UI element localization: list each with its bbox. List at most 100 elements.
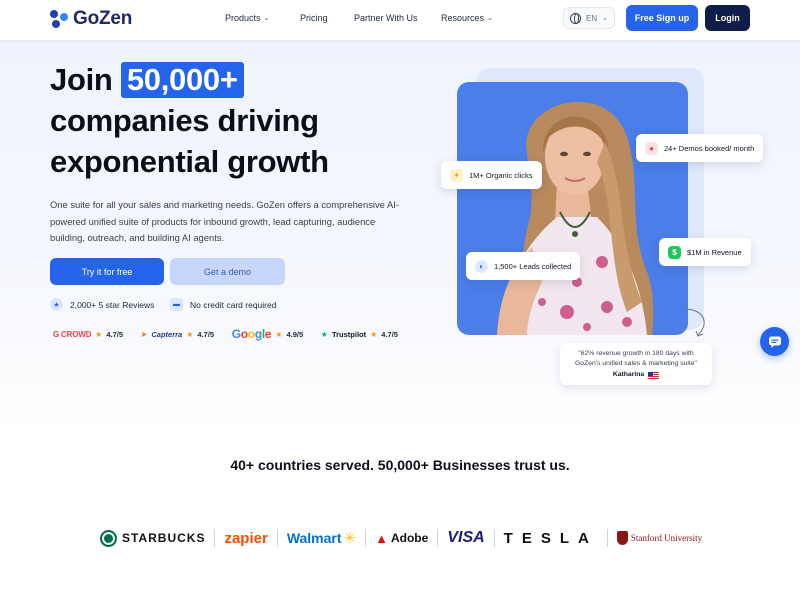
chip-organic: ✦ 1M+ Organic clicks <box>441 161 542 189</box>
trustpilot-logo: Trustpilot <box>331 329 367 339</box>
logo-divider <box>365 529 367 547</box>
logo-divider <box>437 529 439 547</box>
rating-trustpilot: ★ Trustpilot ★ 4.7/5 <box>321 330 398 339</box>
walmart-logo: Walmart ✳ <box>287 529 356 547</box>
chip-leads: ◐ 1,500+ Leads collected <box>466 252 581 280</box>
testimonial-author-name: Katharina <box>612 371 645 378</box>
chevron-down-icon: ⌄ <box>487 15 493 22</box>
hero-headline: Join 50,000+ companies driving exponenti… <box>50 59 329 182</box>
testimonial-quote: "62% revenue growth in 180 days with GoZ… <box>575 350 697 367</box>
rating-trustpilot-score: 4.7/5 <box>381 329 398 339</box>
walmart-wordmark: Walmart <box>286 530 342 546</box>
starbucks-wordmark: STARBUCKS <box>122 531 206 545</box>
progress-ring-icon: ◐ <box>475 259 488 273</box>
dollar-icon: $ <box>668 245 681 259</box>
chevron-down-icon: ⌄ <box>602 15 608 22</box>
google-logo: Google <box>231 327 272 341</box>
adobe-logo: ▲ Adobe <box>375 531 428 546</box>
headline-line-3: exponential growth <box>50 144 329 179</box>
starbucks-siren-icon <box>100 529 117 547</box>
capterra-logo: Capterra <box>151 329 183 339</box>
language-selector[interactable]: EN ⌄ <box>563 7 615 29</box>
brand-name: GoZen <box>73 8 133 29</box>
g2-crowd-logo: G CROWD <box>53 329 92 339</box>
credit-card-icon: ▬ <box>170 298 183 311</box>
visa-wordmark: VISA <box>447 529 485 546</box>
headline-line-2: companies driving <box>50 103 319 138</box>
star-badge-icon: ★ <box>50 298 63 311</box>
customer-logos: STARBUCKS zapier Walmart ✳ ▲ Adobe VISA … <box>100 526 705 550</box>
adobe-a-icon: ▲ <box>375 530 388 546</box>
headline-highlight: 50,000+ <box>120 62 244 98</box>
chevron-down-icon: ⌄ <box>263 15 270 22</box>
tesla-wordmark: TESLA <box>503 529 598 547</box>
chip-demos-label: 24+ Demos booked/ month <box>664 143 755 153</box>
stanford-shield-icon <box>616 531 628 545</box>
testimonial-author: Katharina <box>612 370 660 380</box>
star-icon: ★ <box>275 329 283 339</box>
get-demo-button[interactable]: Get a demo <box>170 258 285 285</box>
starbucks-logo: STARBUCKS <box>100 529 206 547</box>
chip-organic-label: 1M+ Organic clicks <box>469 170 533 180</box>
zapier-logo: zapier <box>224 530 267 547</box>
nav-partner[interactable]: Partner With Us <box>354 13 441 23</box>
nav-products[interactable]: Products ⌄ <box>225 13 300 23</box>
visa-logo: VISA <box>447 529 484 547</box>
chip-demos: ● 24+ Demos booked/ month <box>636 134 764 162</box>
rating-google: Google ★ 4.9/5 <box>232 327 303 341</box>
logo-divider <box>276 529 278 547</box>
star-icon: ★ <box>370 329 378 339</box>
chip-revenue-label: $1M in Revenue <box>687 247 742 257</box>
globe-icon <box>570 12 581 24</box>
tesla-logo: TESLA <box>504 530 598 547</box>
person-illustration <box>497 101 654 335</box>
nav-resources[interactable]: Resources ⌄ <box>441 13 493 23</box>
calendar-icon: ● <box>645 141 658 155</box>
login-button[interactable]: Login <box>705 5 750 31</box>
nav-pricing-label: Pricing <box>300 13 328 23</box>
feature-no-card: ▬ No credit card required <box>170 298 276 311</box>
zapier-wordmark: zapier <box>224 529 268 547</box>
chip-revenue: $ $1M in Revenue <box>659 238 751 266</box>
walmart-spark-icon: ✳ <box>343 530 357 547</box>
testimonial-card: "62% revenue growth in 180 days with GoZ… <box>560 343 712 385</box>
ratings-row: G CROWD ★ 4.7/5 ➤ Capterra ★ 4.7/5 Googl… <box>53 327 398 341</box>
logo-divider <box>493 529 495 547</box>
rating-g2-score: 4.7/5 <box>106 329 124 339</box>
language-label: EN <box>586 13 598 23</box>
star-icon: ★ <box>186 329 194 339</box>
chat-bubble-icon <box>768 336 781 348</box>
nav-pricing[interactable]: Pricing <box>300 13 354 23</box>
free-signup-button[interactable]: Free Sign up <box>626 5 698 31</box>
gozen-logo-icon <box>50 10 68 28</box>
testimonial-photo <box>457 82 688 335</box>
sparkle-icon: ✦ <box>450 168 463 182</box>
rating-capterra-score: 4.7/5 <box>197 329 215 339</box>
trust-heading: 40+ countries served. 50,000+ Businesses… <box>230 457 570 473</box>
hero-description: One suite for all your sales and marketi… <box>50 199 399 243</box>
us-flag-icon <box>648 371 660 379</box>
rating-capterra: ➤ Capterra ★ 4.7/5 <box>141 330 214 339</box>
trustpilot-star-icon: ★ <box>320 329 328 339</box>
try-free-button[interactable]: Try it for free <box>50 258 164 285</box>
nav-links: Products ⌄ Pricing Partner With Us Resou… <box>225 13 493 23</box>
nav-products-label: Products <box>225 13 261 23</box>
logo-divider <box>606 529 608 547</box>
feature-no-card-label: No credit card required <box>190 299 277 310</box>
brand-logo[interactable]: GoZen <box>50 8 132 30</box>
capterra-arrow-icon: ➤ <box>140 329 148 339</box>
feature-reviews: ★ 2,000+ 5 star Reviews <box>50 298 154 311</box>
chat-button[interactable] <box>760 327 789 356</box>
stanford-wordmark: Stanford University <box>630 532 703 543</box>
feature-reviews-label: 2,000+ 5 star Reviews <box>70 299 155 310</box>
star-icon: ★ <box>95 329 103 339</box>
stanford-logo: Stanford University <box>616 531 703 545</box>
headline-prefix: Join <box>50 62 113 97</box>
curved-arrow-icon <box>683 308 705 337</box>
chip-leads-label: 1,500+ Leads collected <box>494 261 572 271</box>
adobe-wordmark: Adobe <box>390 531 429 545</box>
nav-partner-label: Partner With Us <box>354 13 418 23</box>
nav-resources-label: Resources <box>441 13 485 23</box>
rating-google-score: 4.9/5 <box>286 329 304 339</box>
logo-divider <box>214 529 216 547</box>
